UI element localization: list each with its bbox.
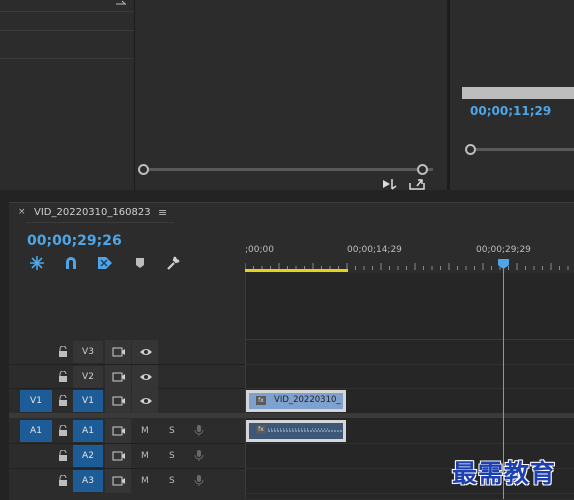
- mute-track-button[interactable]: M: [141, 451, 149, 461]
- toggle-sync-lock-icon[interactable]: [112, 395, 126, 407]
- snap-magnet-icon[interactable]: [63, 255, 79, 271]
- mute-track-button[interactable]: M: [141, 426, 149, 436]
- track-lock-icon[interactable]: [58, 346, 68, 358]
- close-tab-icon[interactable]: ×: [18, 207, 26, 217]
- toggle-track-output-eye-icon[interactable]: [139, 346, 153, 358]
- video-clip-label: VID_20220310_: [274, 395, 341, 405]
- add-marker-icon[interactable]: [132, 255, 148, 271]
- track-divider: [245, 364, 574, 365]
- row-divider: [0, 11, 134, 12]
- panel-menu-icon[interactable]: [115, 0, 127, 5]
- watermark: 最需教育: [452, 459, 557, 488]
- work-area-bar[interactable]: [245, 269, 348, 272]
- solo-track-button[interactable]: S: [169, 476, 175, 486]
- track-lock-icon[interactable]: [58, 450, 68, 462]
- insert-icon[interactable]: [382, 178, 398, 190]
- playhead-handle[interactable]: [498, 259, 509, 269]
- tab-underline: [26, 222, 174, 223]
- video-audio-divider[interactable]: [245, 413, 574, 418]
- ruler-label: 00;00;14;29: [347, 245, 402, 255]
- program-video-frame: [462, 87, 574, 99]
- tab-menu-icon[interactable]: ≡: [158, 206, 167, 219]
- track-target-v3[interactable]: V3: [73, 341, 103, 363]
- source-monitor: [135, 0, 447, 190]
- row-divider: [0, 30, 134, 31]
- mute-track-button[interactable]: M: [141, 476, 149, 486]
- solo-track-button[interactable]: S: [169, 451, 175, 461]
- track-target-v2[interactable]: V2: [73, 366, 103, 388]
- toggle-track-output-eye-icon[interactable]: [139, 371, 153, 383]
- program-timecode[interactable]: 00;00;11;29: [470, 104, 551, 118]
- voice-over-record-mic-icon[interactable]: [194, 449, 204, 462]
- track-target-v1[interactable]: V1: [73, 390, 103, 412]
- toggle-track-output-eye-icon[interactable]: [139, 395, 153, 407]
- header-divider: [9, 413, 245, 418]
- track-divider: [245, 339, 574, 340]
- track-lock-icon[interactable]: [58, 425, 68, 437]
- track-divider: [245, 493, 574, 494]
- timeline-settings-wrench-icon[interactable]: [165, 255, 181, 271]
- fx-badge: fx: [256, 396, 266, 405]
- source-patch-v1[interactable]: V1: [20, 390, 52, 412]
- track-lock-icon[interactable]: [58, 371, 68, 383]
- program-scrollbar-handle[interactable]: [465, 144, 476, 155]
- toggle-sync-lock-icon[interactable]: [112, 450, 126, 462]
- track-divider: [245, 443, 574, 444]
- program-scrollbar[interactable]: [470, 148, 574, 151]
- solo-track-button[interactable]: S: [169, 426, 175, 436]
- track-target-a3[interactable]: A3: [73, 470, 103, 492]
- zoom-scrollbar[interactable]: [143, 168, 433, 171]
- toggle-sync-lock-icon[interactable]: [112, 371, 126, 383]
- voice-over-record-mic-icon[interactable]: [194, 424, 204, 437]
- sequence-timecode[interactable]: 00;00;29;26: [27, 233, 122, 249]
- linked-selection-icon[interactable]: [97, 255, 113, 271]
- ruler-label: 00;00;29;29: [476, 245, 531, 255]
- sequence-tab-title[interactable]: VID_20220310_160823: [34, 207, 151, 218]
- fx-badge: fx: [256, 425, 266, 434]
- track-divider: [245, 388, 574, 389]
- voice-over-record-mic-icon[interactable]: [194, 474, 204, 487]
- export-frame-icon[interactable]: [409, 178, 425, 190]
- track-target-a2[interactable]: A2: [73, 445, 103, 467]
- nest-sequence-icon[interactable]: [29, 255, 45, 271]
- audio-waveform: [268, 428, 342, 432]
- toggle-sync-lock-icon[interactable]: [112, 475, 126, 487]
- project-panel: [0, 0, 135, 190]
- zoom-scrollbar-right-handle[interactable]: [417, 164, 428, 175]
- track-lock-icon[interactable]: [58, 395, 68, 407]
- ruler-label: ;00;00: [245, 245, 274, 255]
- toggle-sync-lock-icon[interactable]: [112, 425, 126, 437]
- source-patch-a1[interactable]: A1: [20, 420, 52, 442]
- track-target-a1[interactable]: A1: [73, 420, 103, 442]
- row-divider: [0, 58, 134, 59]
- toggle-sync-lock-icon[interactable]: [112, 346, 126, 358]
- zoom-scrollbar-left-handle[interactable]: [138, 164, 149, 175]
- track-lock-icon[interactable]: [58, 475, 68, 487]
